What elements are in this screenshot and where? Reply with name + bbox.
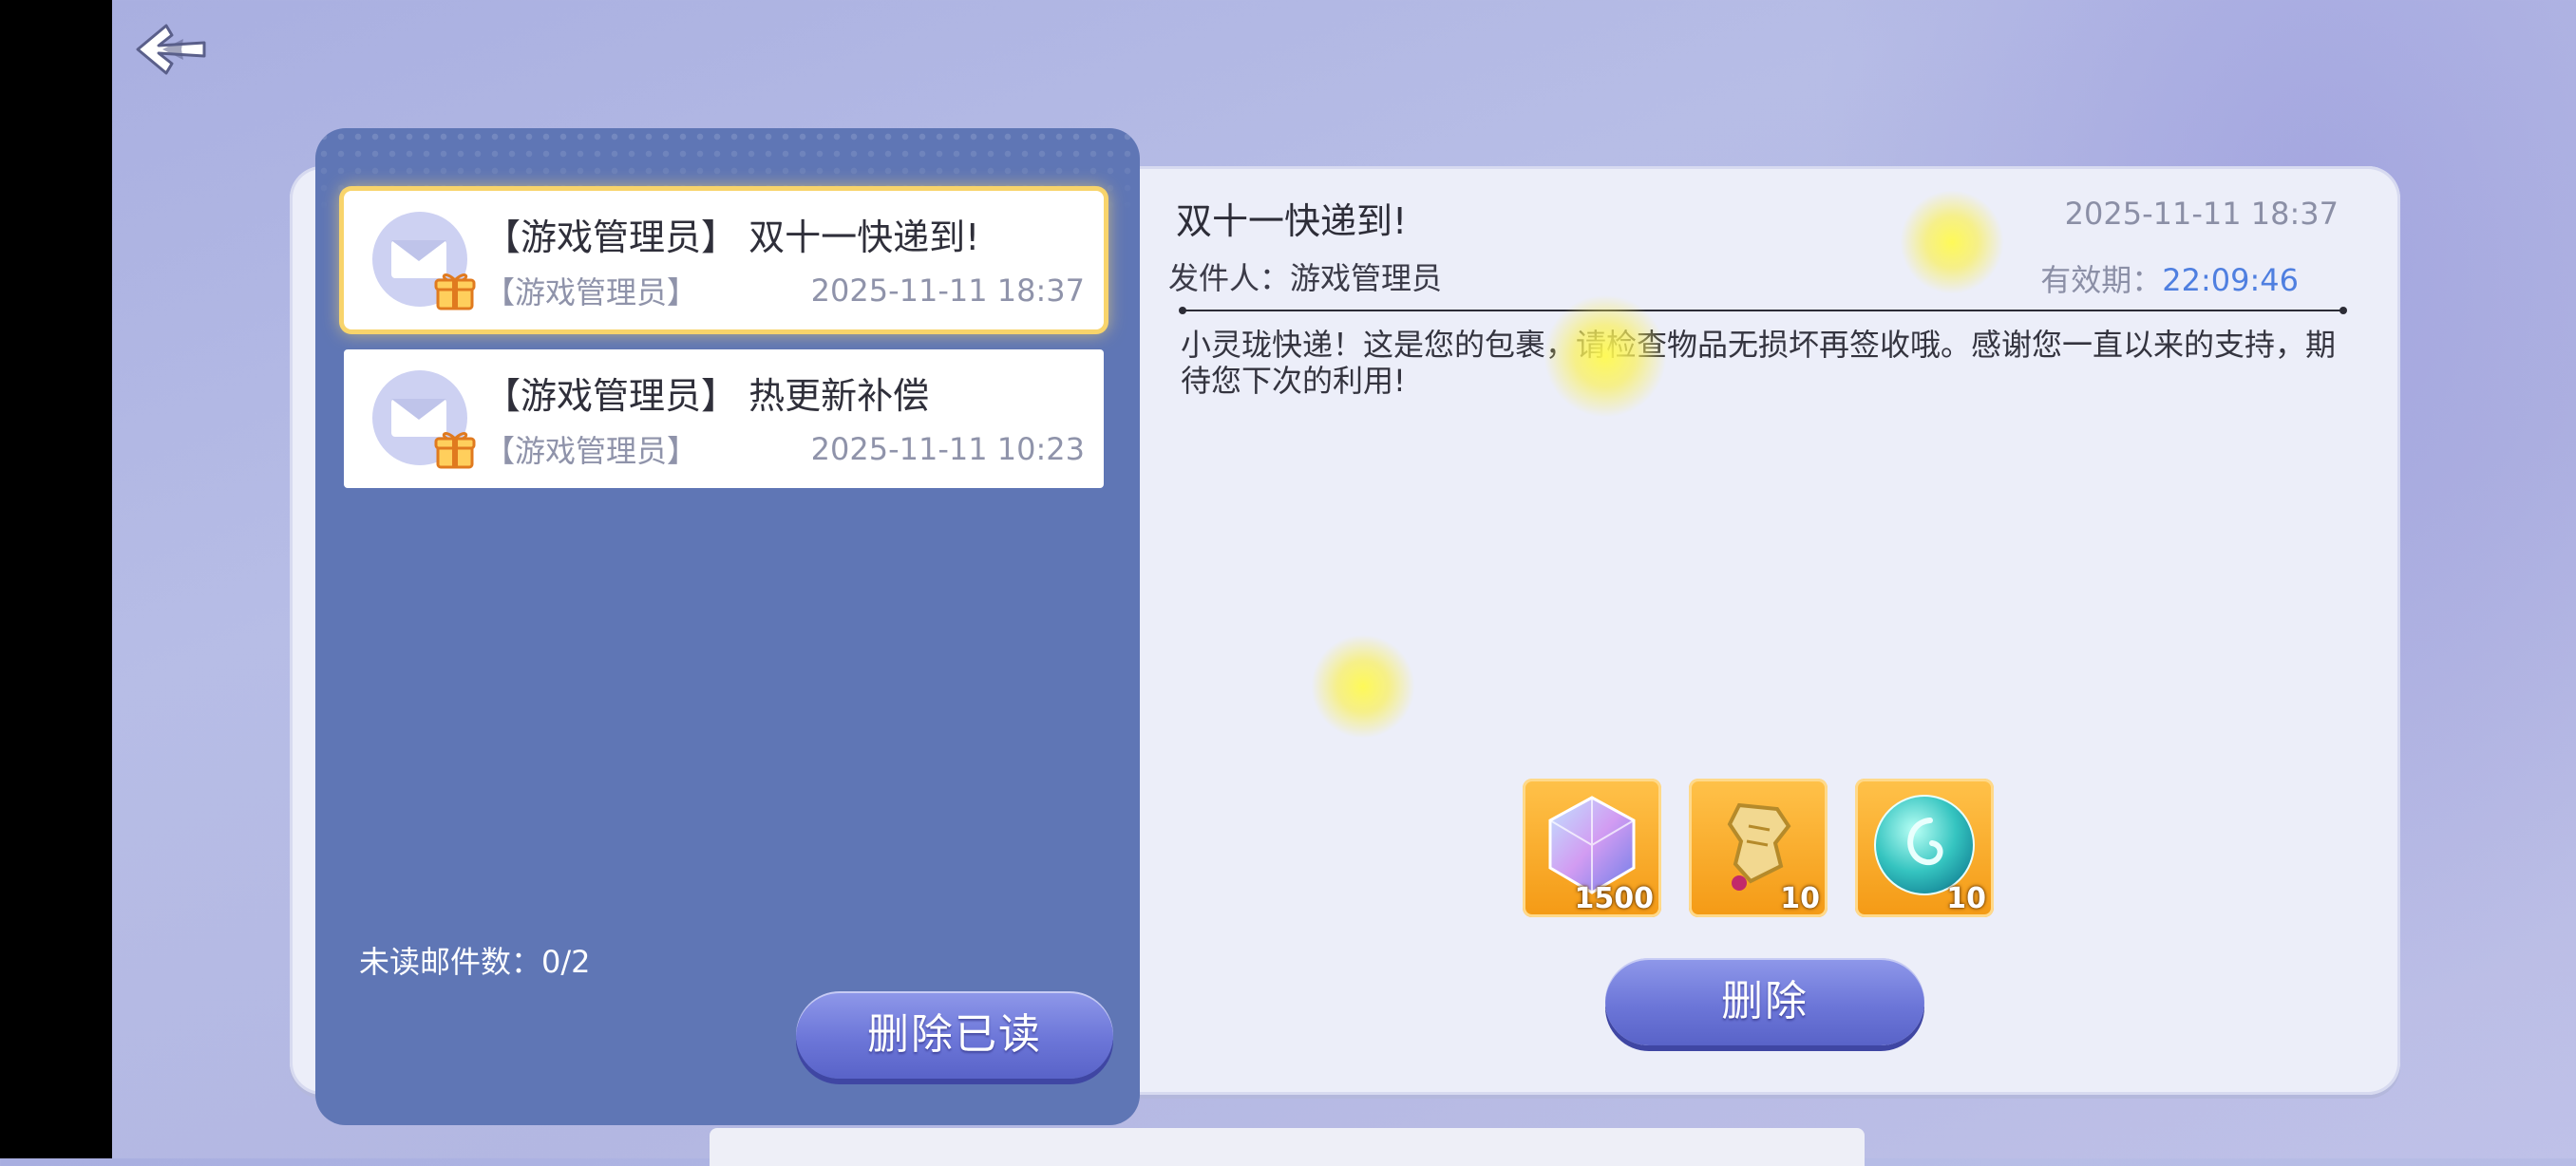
unread-mail-count: 未读邮件数：0/2 bbox=[359, 944, 591, 980]
mail-sender: 【游戏管理员】 bbox=[484, 433, 698, 469]
bottom-handle-bar bbox=[710, 1128, 1865, 1166]
mail-time: 2025-11-11 18:37 bbox=[810, 273, 1085, 309]
reward-item-orb[interactable]: 10 bbox=[1855, 779, 1994, 917]
detail-date: 2025-11-11 18:37 bbox=[2064, 196, 2339, 232]
gift-icon bbox=[434, 273, 476, 310]
detail-divider bbox=[1179, 307, 2347, 314]
expiry-countdown: 有效期：22:09:46 bbox=[2040, 256, 2299, 300]
mail-list-item-selected[interactable]: 【游戏管理员】 双十一快递到! 【游戏管理员】 2025-11-11 18:37 bbox=[344, 191, 1104, 329]
mail-title: 【游戏管理员】 双十一快递到! bbox=[484, 216, 980, 258]
gift-icon bbox=[434, 432, 476, 469]
detail-title: 双十一快递到! bbox=[1176, 200, 1408, 242]
delete-read-button[interactable]: 删除已读 bbox=[796, 991, 1113, 1079]
reward-item-crystal[interactable]: 1500 bbox=[1523, 779, 1661, 917]
mail-list-item[interactable]: 【游戏管理员】 热更新补偿 【游戏管理员】 2025-11-11 10:23 bbox=[344, 349, 1104, 488]
black-margin bbox=[0, 0, 112, 1158]
reward-count: 10 bbox=[1946, 882, 1986, 915]
expiry-label: 有效期： bbox=[2040, 262, 2163, 298]
reward-item-scroll[interactable]: 10 bbox=[1689, 779, 1828, 917]
back-arrow-icon bbox=[136, 24, 206, 75]
delete-button[interactable]: 删除 bbox=[1605, 958, 1924, 1045]
mail-title: 【游戏管理员】 热更新补偿 bbox=[484, 375, 930, 417]
back-button[interactable] bbox=[133, 21, 209, 78]
reward-count: 1500 bbox=[1574, 882, 1655, 915]
mail-body-text: 小灵珑快递！这是您的包裹，请检查物品无损坏再签收哦。感谢您一直以来的支持，期待您… bbox=[1181, 327, 2337, 399]
mail-time: 2025-11-11 10:23 bbox=[810, 431, 1085, 467]
detail-sender: 发件人：游戏管理员 bbox=[1168, 260, 1443, 296]
mail-sender: 【游戏管理员】 bbox=[484, 274, 698, 310]
reward-count: 10 bbox=[1780, 882, 1820, 915]
expiry-value: 22:09:46 bbox=[2162, 262, 2299, 298]
